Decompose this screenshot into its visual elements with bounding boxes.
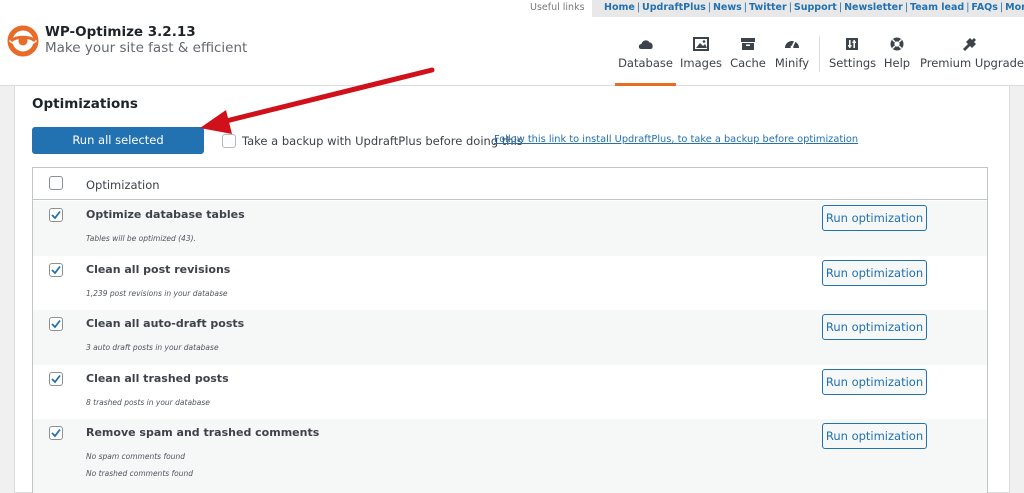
archive-icon [741, 38, 755, 50]
row-title: Optimize database tables [86, 208, 245, 221]
checkmark-icon [51, 319, 61, 329]
wp-optimize-logo-icon [7, 25, 39, 57]
link-updraftplus[interactable]: UpdraftPlus [642, 2, 706, 13]
row-detail: No spam comments found [86, 452, 185, 461]
tab-images[interactable]: Images [680, 34, 722, 86]
row-detail: No trashed comments found [86, 469, 194, 478]
link-faqs[interactable]: FAQs [971, 2, 997, 13]
plugin-icon [963, 38, 976, 51]
link-more-plugins[interactable]: More plugins [1005, 2, 1024, 13]
row-checkbox[interactable] [49, 317, 63, 331]
install-updraftplus-link[interactable]: Follow this link to install UpdraftPlus,… [494, 134, 858, 145]
lifebuoy-icon [890, 37, 904, 51]
useful-links-bar: Home | UpdraftPlus | News | Twitter | Support | Ne… [592, 0, 1024, 17]
table-row: Remove spam and trashed comments No spam… [33, 419, 987, 493]
tab-images-label: Images [680, 56, 723, 70]
table-row: Clean all trashed posts 8 trashed posts … [33, 365, 987, 420]
row-title: Clean all post revisions [86, 263, 231, 276]
images-icon [693, 37, 709, 51]
table-row: Clean all post revisions 1,239 post revi… [33, 256, 987, 311]
row-detail: 3 auto draft posts in your database [86, 343, 219, 352]
tab-minify[interactable]: Minify [774, 34, 810, 86]
app-subtitle: Make your site fast & efficient [45, 40, 248, 56]
dashboard-icon [785, 40, 799, 49]
top-header: WP-Optimize 3.2.13 Make your site fast &… [0, 0, 1024, 86]
row-checkbox[interactable] [49, 263, 63, 277]
select-all-checkbox[interactable] [49, 176, 63, 190]
row-detail: 1,239 post revisions in your database [86, 289, 228, 298]
tab-premium-upgrade[interactable]: Premium Upgrade [920, 34, 1024, 86]
link-support[interactable]: Support [794, 2, 837, 13]
tab-settings-label: Settings [829, 56, 877, 70]
nav-divider [819, 36, 820, 72]
row-detail: Tables will be optimized (43). [86, 234, 196, 243]
backup-checkbox[interactable] [222, 134, 236, 148]
table-row: Clean all auto-draft posts 3 auto draft … [33, 310, 987, 365]
run-optimization-button[interactable]: Run optimization [822, 260, 927, 286]
link-news[interactable]: News [713, 2, 742, 13]
row-detail: 8 trashed posts in your database [86, 398, 210, 407]
tab-minify-label: Minify [774, 56, 810, 70]
run-optimization-button[interactable]: Run optimization [822, 423, 927, 449]
page-title: Optimizations [32, 96, 138, 112]
row-checkbox[interactable] [49, 208, 63, 222]
tab-help-label: Help [883, 56, 911, 70]
optimizations-table: Optimization Optimize database tables Ta… [32, 167, 988, 493]
table-row: Optimize database tables Tables will be … [33, 201, 987, 256]
run-optimization-button[interactable]: Run optimization [822, 205, 927, 231]
tab-help[interactable]: Help [882, 34, 912, 86]
row-checkbox[interactable] [49, 426, 63, 440]
checkmark-icon [51, 428, 61, 438]
tab-premium-upgrade-label: Premium Upgrade [920, 56, 1024, 70]
tab-settings[interactable]: Settings [829, 34, 877, 86]
tab-database[interactable]: Database [615, 34, 676, 86]
useful-links-label: Useful links [530, 2, 585, 13]
row-title: Remove spam and trashed comments [86, 426, 320, 439]
link-newsletter[interactable]: Newsletter [844, 2, 903, 13]
run-optimization-button[interactable]: Run optimization [822, 314, 927, 340]
backup-label: Take a backup with UpdraftPlus before do… [242, 134, 523, 148]
checkmark-icon [51, 210, 61, 220]
row-title: Clean all trashed posts [86, 372, 229, 385]
table-header: Optimization [33, 168, 987, 200]
tab-cache-label: Cache [730, 56, 766, 70]
tab-cache[interactable]: Cache [730, 34, 766, 86]
admin-settings-icon [846, 38, 858, 50]
run-all-optimizations-button[interactable]: Run all selected optimizations [32, 127, 204, 172]
app-title: WP-Optimize 3.2.13 [45, 24, 196, 40]
link-team-lead[interactable]: Team lead [910, 2, 964, 13]
column-header-optimization: Optimization [86, 178, 160, 192]
link-twitter[interactable]: Twitter [749, 2, 787, 13]
row-checkbox[interactable] [49, 372, 63, 386]
tab-database-label: Database [618, 56, 673, 70]
run-optimization-button[interactable]: Run optimization [822, 369, 927, 395]
row-title: Clean all auto-draft posts [86, 317, 245, 330]
cloud-icon [638, 40, 653, 49]
link-home[interactable]: Home [604, 2, 635, 13]
checkmark-icon [51, 265, 61, 275]
checkmark-icon [51, 374, 61, 384]
